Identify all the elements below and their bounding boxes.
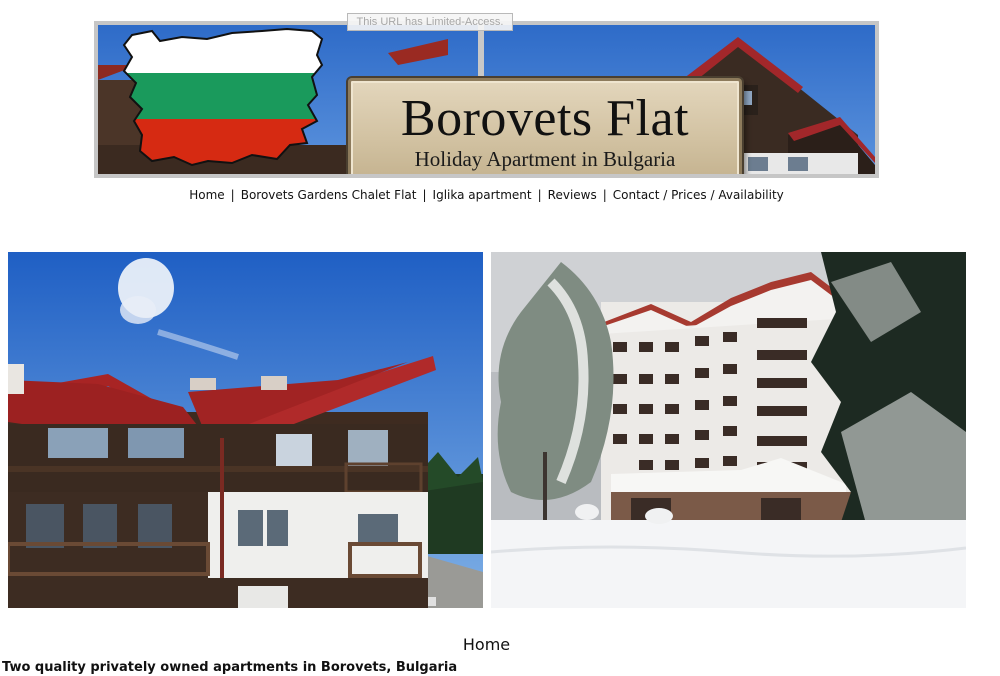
chalet-summer-photo: [8, 252, 483, 608]
page-heading: Home: [462, 635, 511, 654]
bulgaria-map-flag-icon: [122, 27, 324, 167]
site-subtitle: Holiday Apartment in Bulgaria: [414, 147, 676, 171]
site-banner: Borovets Flat Holiday Apartment in Bulga…: [94, 21, 879, 178]
title-plate: Borovets Flat Holiday Apartment in Bulga…: [348, 78, 742, 174]
main-nav: Home | Borovets Gardens Chalet Flat | Iglika…: [0, 186, 973, 204]
nav-link-iglika[interactable]: Iglika apartment: [433, 188, 532, 202]
nav-link-home[interactable]: Home: [189, 188, 224, 202]
nav-link-contact[interactable]: Contact / Prices / Availability: [613, 188, 784, 202]
site-title: Borovets Flat: [400, 90, 690, 147]
nav-link-borovets-gardens[interactable]: Borovets Gardens Chalet Flat: [241, 188, 417, 202]
hotel-winter-photo: [491, 252, 966, 608]
nav-separator: |: [537, 188, 542, 202]
intro-text: Two quality privately owned apartments i…: [2, 660, 458, 675]
nav-separator: |: [422, 188, 427, 202]
nav-link-reviews[interactable]: Reviews: [548, 188, 597, 202]
nav-separator: |: [602, 188, 607, 202]
limited-access-notice: This URL has Limited-Access.: [347, 13, 513, 31]
nav-separator: |: [230, 188, 235, 202]
